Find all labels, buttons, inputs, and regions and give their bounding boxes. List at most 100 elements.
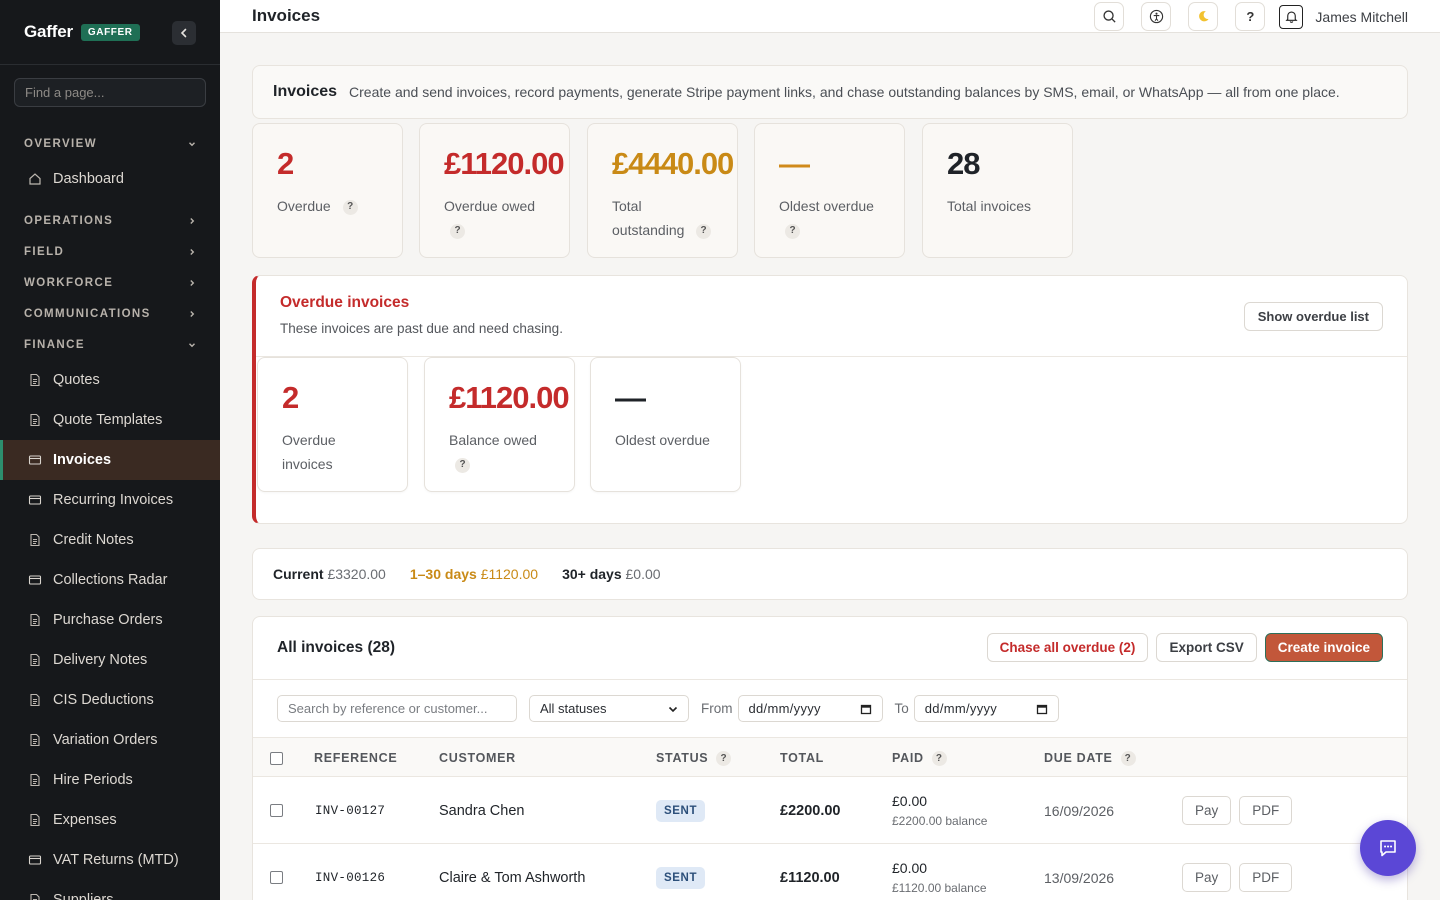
row-checkbox[interactable] [270,804,283,817]
sidebar-item-vat-returns-mtd[interactable]: VAT Returns (MTD) [0,840,220,880]
invoice-reference[interactable]: INV-00127 [315,777,385,844]
pdf-button[interactable]: PDF [1239,796,1293,825]
help-icon[interactable]: ? [716,750,732,766]
help-icon[interactable]: ? [696,223,711,239]
sidebar-item-label: Quotes [53,372,100,388]
export-csv-button[interactable]: Export CSV [1156,633,1257,662]
col-due-date[interactable]: DUE DATE? [1044,738,1136,778]
chevron-down-icon [668,706,678,712]
pay-button[interactable]: Pay [1182,796,1232,825]
sidebar-item-label: Hire Periods [53,772,133,788]
sidebar-item-label: Dashboard [53,171,124,187]
section-operations[interactable]: OPERATIONS [0,205,220,236]
help-icon[interactable]: ? [455,457,470,473]
status-filter-select[interactable]: All statuses [529,695,689,722]
aging-summary: Current £3320.00 1–30 days £1120.00 30+ … [252,548,1408,600]
sidebar-item-label: Expenses [53,812,117,828]
col-total[interactable]: TOTAL [780,738,824,778]
sidebar-item-quote-templates[interactable]: Quote Templates [0,400,220,440]
section-finance[interactable]: FINANCE [0,329,220,360]
theme-toggle-button[interactable] [1188,2,1219,31]
customer-name: Sandra Chen [439,802,525,819]
overdue-count-label: Overdue invoices [282,432,336,472]
pay-button[interactable]: Pay [1182,863,1232,892]
sidebar-item-label: Collections Radar [53,572,168,588]
table-row[interactable]: INV-00126 Claire & Tom Ashworth SENT £1120.… [253,844,1407,900]
from-date-input[interactable]: dd/mm/yyyy [737,695,883,722]
sidebar-item-delivery-notes[interactable]: Delivery Notes [0,640,220,680]
chevron-right-icon [190,310,195,317]
help-icon[interactable]: ? [931,750,947,766]
sidebar-item-dashboard[interactable]: Dashboard [0,159,220,199]
help-icon[interactable]: ? [785,223,800,239]
sidebar-search[interactable] [14,78,206,107]
section-communications[interactable]: COMMUNICATIONS [0,298,220,329]
filter-row: Search by reference or customer... All s… [253,679,1407,737]
to-date-input[interactable]: dd/mm/yyyy [913,695,1059,722]
help-icon[interactable]: ? [450,223,465,239]
sidebar-item-label: Credit Notes [53,532,134,548]
customer-name: Claire & Tom Ashworth [439,869,586,886]
due-date: 16/09/2026 [1044,802,1115,819]
accessibility-button[interactable] [1141,2,1172,31]
balance-amount: £1120.00 balance [892,881,987,895]
balance-owed-label: Balance owed [449,432,537,448]
document-icon [30,613,40,627]
show-overdue-list-button[interactable]: Show overdue list [1243,302,1383,331]
create-invoice-button[interactable]: Create invoice [1264,633,1383,662]
col-paid[interactable]: PAID? [892,738,947,778]
user-name[interactable]: James Mitchell [1315,9,1408,25]
kpi-label: Total outstanding? [612,194,713,242]
paid-amount: £0.00 [892,860,928,876]
invoice-total: £2200.00 [780,802,841,819]
section-communications-label: COMMUNICATIONS [24,307,151,320]
section-field[interactable]: FIELD [0,236,220,267]
pdf-button[interactable]: PDF [1239,863,1293,892]
sidebar-item-label: Suppliers [53,892,114,900]
section-overview[interactable]: OVERVIEW [0,128,220,159]
sidebar-item-variation-orders[interactable]: Variation Orders [0,720,220,760]
section-workforce-label: WORKFORCE [24,276,114,289]
search-button[interactable] [1094,2,1125,31]
invoice-reference[interactable]: INV-00126 [315,844,385,900]
invoice-search-input[interactable]: Search by reference or customer... [277,695,517,722]
chevron-down-icon [189,342,195,347]
sidebar-item-cis-deductions[interactable]: CIS Deductions [0,680,220,720]
sidebar: Gaffer GAFFER OVERVIEW Dashboard OPERATI… [0,0,220,900]
from-date-placeholder: dd/mm/yyyy [748,701,821,716]
sidebar-item-recurring-invoices[interactable]: Recurring Invoices [0,480,220,520]
sidebar-item-expenses[interactable]: Expenses [0,800,220,840]
kpi-value: £1120.00 [444,146,565,181]
document-icon [30,653,40,667]
col-customer[interactable]: CUSTOMER [439,738,516,778]
sidebar-item-collections-radar[interactable]: Collections Radar [0,560,220,600]
help-button[interactable]: ? [1235,2,1266,31]
aging-1-30: 1–30 days £1120.00 [409,566,539,582]
sidebar-item-label: Recurring Invoices [53,492,174,508]
help-icon[interactable]: ? [1120,750,1136,766]
sidebar-item-suppliers[interactable]: Suppliers [0,880,220,900]
sidebar-item-hire-periods[interactable]: Hire Periods [0,760,220,800]
sidebar-item-invoices[interactable]: Invoices [0,440,220,480]
chase-all-overdue-button[interactable]: Chase all overdue (2) [986,633,1149,662]
sidebar-item-quotes[interactable]: Quotes [0,360,220,400]
help-icon[interactable]: ? [342,199,358,215]
row-checkbox[interactable] [270,871,283,884]
notifications-button[interactable] [1279,4,1304,29]
chat-button[interactable] [1360,820,1416,876]
sidebar-item-purchase-orders[interactable]: Purchase Orders [0,600,220,640]
from-label: From [701,701,733,716]
col-status[interactable]: STATUS? [656,738,732,778]
intro-banner: Invoices Create and send invoices, recor… [252,65,1408,119]
collapse-sidebar-button[interactable] [172,21,196,45]
brand-badge: GAFFER [80,23,140,41]
select-all-checkbox[interactable] [270,751,283,765]
sidebar-item-credit-notes[interactable]: Credit Notes [0,520,220,560]
section-overview-label: OVERVIEW [24,137,97,150]
col-reference[interactable]: REFERENCE [314,738,397,778]
oldest-overdue-card: — Oldest overdue [590,357,741,492]
invoice-actions: Chase all overdue (2) Export CSV Create … [979,633,1383,662]
section-workforce[interactable]: WORKFORCE [0,267,220,298]
sidebar-search-input[interactable] [25,85,195,100]
table-row[interactable]: INV-00127 Sandra Chen SENT £2200.00 £0.00 £22… [253,777,1407,844]
